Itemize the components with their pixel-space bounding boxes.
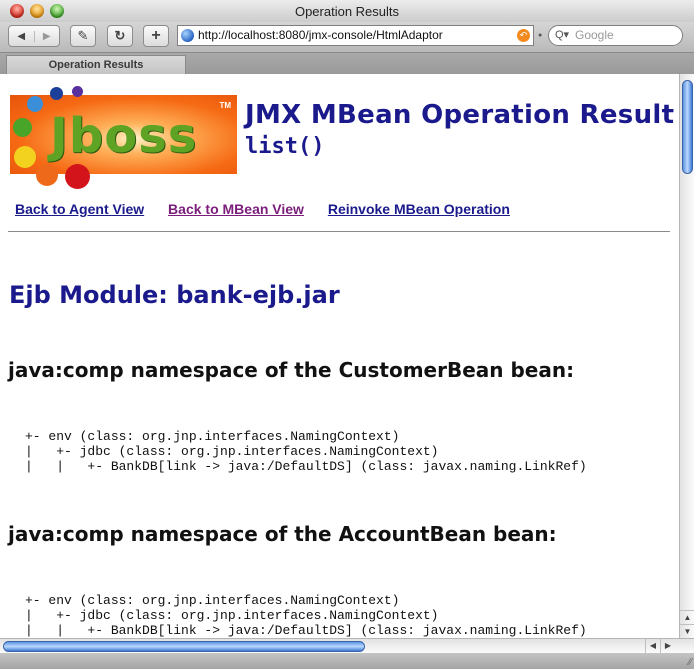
logo-ball-purple [72, 86, 83, 97]
window-title: Operation Results [294, 4, 400, 19]
tree-line: | | +- BankDB[link -> java:/DefaultDS] (… [25, 459, 587, 474]
tab-operation-results[interactable]: Operation Results [6, 55, 186, 75]
edit-page-button[interactable]: ✎ [70, 25, 96, 47]
search-field[interactable]: Q▾ Google [548, 25, 683, 46]
logo-ball-blue [27, 96, 43, 112]
page-viewport: Jboss TM JMX MBean Operation Result list… [0, 74, 679, 638]
add-bookmark-button[interactable]: + [143, 25, 169, 47]
tree-line: | +- jdbc (class: org.jnp.interfaces.Nam… [25, 608, 439, 623]
forward-icon[interactable]: ▶ [33, 30, 60, 42]
scroll-right-icon[interactable]: ▶ [660, 639, 675, 654]
logo-ball-red [65, 164, 90, 189]
plus-icon: + [151, 27, 161, 44]
back-forward-buttons: ◀ ▶ [8, 25, 60, 47]
account-bean-namespace-title: java:comp namespace of the AccountBean b… [8, 522, 557, 546]
customer-bean-tree: +- env (class: org.jnp.interfaces.Naming… [25, 429, 587, 474]
nav-links: Back to Agent View Back to MBean View Re… [15, 201, 530, 217]
reload-button[interactable]: ↻ [107, 25, 133, 47]
status-bar: ⁄⁄ [0, 653, 694, 669]
logo-text: Jboss [50, 108, 198, 164]
reload-icon: ↻ [114, 28, 126, 43]
operation-name: list() [245, 134, 325, 159]
module-title: Ejb Module: bank-ejb.jar [9, 281, 340, 309]
horizontal-scroll-thumb[interactable] [3, 641, 365, 652]
url-text: http://localhost:8080/jmx-console/HtmlAd… [198, 28, 443, 42]
scroll-down-icon[interactable]: ▼ [680, 624, 694, 638]
logo-trademark: TM [219, 101, 231, 110]
search-icon[interactable]: Q▾ [555, 26, 569, 45]
search-placeholder: Google [575, 28, 614, 42]
back-to-agent-view-link[interactable]: Back to Agent View [15, 201, 144, 217]
tab-bar: Operation Results [0, 52, 694, 75]
scroll-up-icon[interactable]: ▲ [680, 610, 694, 624]
account-bean-tree: +- env (class: org.jnp.interfaces.Naming… [25, 593, 587, 638]
field-resize-handle[interactable]: ● [538, 32, 542, 39]
globe-icon [181, 29, 194, 42]
back-icon[interactable]: ◀ [9, 31, 34, 42]
logo-ball-darkblue [50, 87, 63, 100]
reinvoke-operation-link[interactable]: Reinvoke MBean Operation [328, 201, 510, 217]
tree-line: | | +- BankDB[link -> java:/DefaultDS] (… [25, 623, 587, 638]
vertical-scroll-thumb[interactable] [682, 80, 693, 174]
horizontal-scrollbar[interactable]: ◀ ▶ [0, 638, 694, 654]
logo-ball-green [13, 118, 32, 137]
tree-line: +- env (class: org.jnp.interfaces.Naming… [25, 593, 400, 608]
tree-line: | +- jdbc (class: org.jnp.interfaces.Nam… [25, 444, 439, 459]
resize-grip-icon[interactable]: ⁄⁄ [689, 657, 692, 668]
jboss-logo: Jboss TM [10, 95, 237, 174]
address-bar[interactable]: http://localhost:8080/jmx-console/HtmlAd… [177, 25, 534, 46]
vertical-scrollbar[interactable]: ▲ ▼ [679, 74, 694, 638]
customer-bean-namespace-title: java:comp namespace of the CustomerBean … [8, 358, 575, 382]
logo-ball-orange [36, 164, 58, 186]
snapback-icon[interactable]: ↶ [517, 29, 530, 42]
tree-line: +- env (class: org.jnp.interfaces.Naming… [25, 429, 400, 444]
page-heading: JMX MBean Operation Result [245, 100, 675, 130]
title-bar: Operation Results [0, 0, 694, 24]
browser-toolbar: ◀ ▶ ✎ ↻ + http://localhost:8080/jmx-cons… [0, 22, 694, 52]
logo-ball-yellow [14, 146, 36, 168]
scroll-left-icon[interactable]: ◀ [645, 639, 660, 654]
back-to-mbean-view-link[interactable]: Back to MBean View [168, 201, 304, 217]
pencil-icon: ✎ [77, 28, 89, 43]
divider [8, 231, 670, 232]
